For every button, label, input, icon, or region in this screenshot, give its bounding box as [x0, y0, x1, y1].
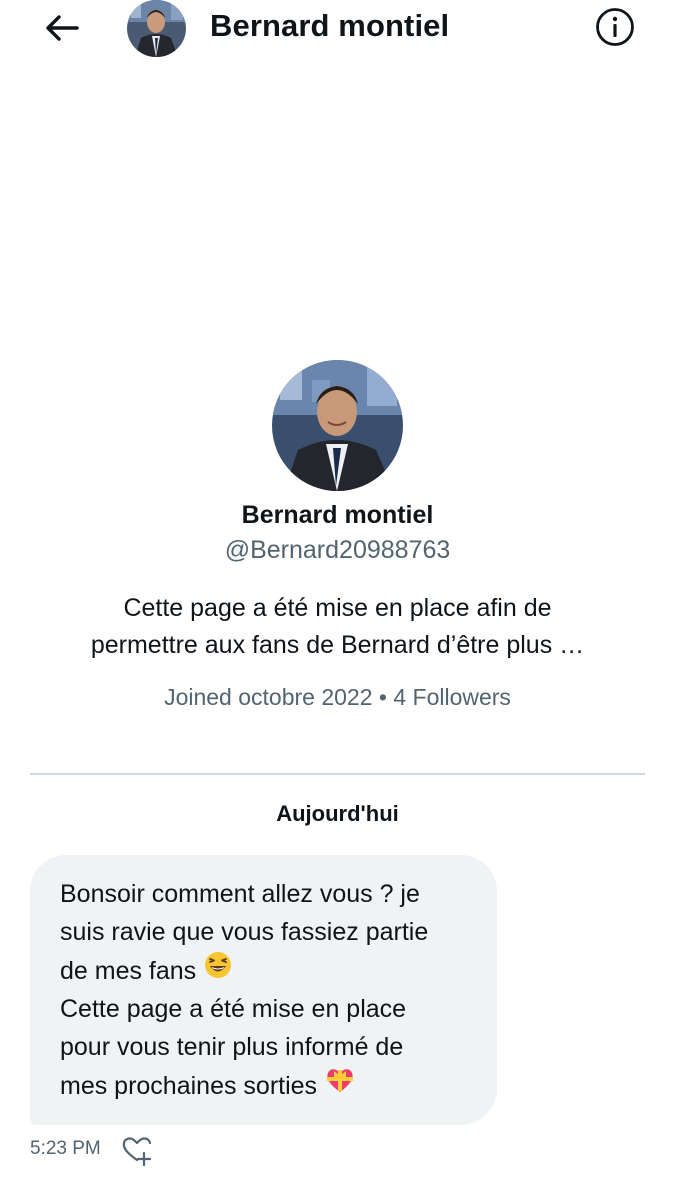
message-text: de mes fans — [60, 956, 197, 985]
message-text: mes prochaines sorties — [60, 1071, 318, 1100]
info-icon — [596, 8, 634, 46]
profile-bio-line: permettre aux fans de Bernard d’être plu… — [90, 631, 585, 659]
heart-with-ribbon-emoji-icon — [325, 1066, 355, 1105]
message-line: Cette page a été mise en place — [60, 995, 407, 1023]
conversation-info-button[interactable] — [593, 5, 637, 49]
add-reaction-heart-icon — [122, 1137, 152, 1167]
message-line-with-emoji: de mes fans — [60, 951, 477, 990]
profile-bio: Cette page a été mise en place afin de p… — [40, 590, 635, 664]
profile-handle: @Bernard20988763 — [224, 536, 451, 564]
profile-avatar[interactable] — [272, 360, 403, 491]
message-line: Bonsoir comment allez vous ? je — [60, 880, 420, 908]
divider — [30, 773, 645, 775]
date-separator: Aujourd'hui — [276, 801, 399, 826]
message-line-with-emoji: mes prochaines sorties — [60, 1066, 477, 1105]
message-line: pour vous tenir plus informé de — [60, 1033, 404, 1061]
message-line: suis ravie que vous fassiez partie — [60, 918, 429, 946]
grinning-squinting-face-emoji-icon — [204, 951, 232, 990]
header-title: Bernard montiel — [210, 8, 450, 43]
message-timestamp: 5:23 PM — [30, 1138, 101, 1159]
arrow-left-icon — [46, 15, 79, 41]
profile-meta: Joined octobre 2022 • 4 Followers — [164, 684, 511, 710]
header-avatar[interactable] — [127, 0, 186, 57]
back-button[interactable] — [40, 8, 84, 48]
profile-name: Bernard montiel — [241, 501, 434, 529]
add-reaction-button[interactable] — [118, 1130, 158, 1170]
message-bubble[interactable]: Bonsoir comment allez vous ? je suis rav… — [30, 855, 497, 1125]
profile-bio-line: Cette page a été mise en place afin de — [123, 594, 552, 622]
